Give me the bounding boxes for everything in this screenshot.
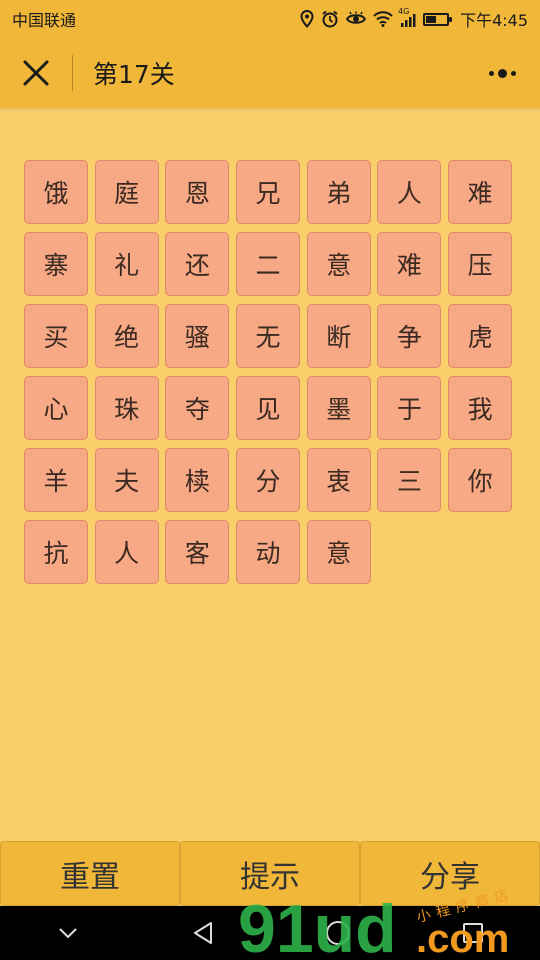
nav-collapse-button[interactable] — [38, 906, 98, 960]
character-tile[interactable]: 我 — [448, 376, 513, 440]
character-tile[interactable]: 庭 — [94, 160, 159, 224]
character-tile[interactable]: 意 — [306, 520, 371, 584]
character-tile[interactable]: 珠 — [94, 376, 159, 440]
character-tile[interactable]: 抗 — [24, 520, 88, 584]
character-tile[interactable]: 动 — [236, 520, 301, 584]
more-dot-icon — [510, 70, 516, 76]
close-button[interactable] — [0, 38, 72, 108]
character-tile[interactable]: 争 — [377, 304, 442, 368]
character-tile[interactable]: 饿 — [24, 160, 88, 224]
character-tile[interactable]: 人 — [94, 520, 159, 584]
character-tile[interactable]: 羊 — [24, 448, 88, 512]
home-circle-icon — [325, 921, 350, 945]
character-tile[interactable]: 寨 — [24, 232, 88, 296]
close-icon — [23, 60, 49, 86]
recent-square-icon — [462, 923, 483, 943]
status-bar: 中国联通 4G 下午4:45 — [0, 0, 540, 38]
character-tile[interactable]: 墨 — [306, 376, 371, 440]
character-board: 饿庭恩兄弟人难寨礼还二意难压买绝骚无断争虎心珠夺见墨于我羊夫椟分衷三你抗人客动意 — [24, 160, 516, 584]
chevron-down-icon — [58, 928, 77, 939]
reset-button[interactable]: 重置 — [0, 841, 180, 906]
character-tile[interactable]: 人 — [377, 160, 442, 224]
character-tile[interactable]: 夫 — [94, 448, 159, 512]
character-tile[interactable]: 兄 — [236, 160, 301, 224]
character-tile[interactable]: 三 — [377, 448, 442, 512]
location-icon — [300, 10, 314, 28]
character-tile[interactable]: 你 — [448, 448, 513, 512]
system-nav-bar — [0, 906, 540, 960]
action-bar: 重置 提示 分享 — [0, 841, 540, 906]
clock-label: 下午4:45 — [460, 11, 528, 30]
character-tile[interactable]: 夺 — [165, 376, 230, 440]
character-tile[interactable]: 无 — [236, 304, 301, 368]
character-tile[interactable]: 虎 — [448, 304, 513, 368]
carrier-label: 中国联通 — [12, 11, 77, 30]
character-tile[interactable]: 意 — [306, 232, 371, 296]
character-tile[interactable]: 买 — [24, 304, 88, 368]
nav-back-button[interactable] — [173, 906, 233, 960]
nav-recent-button[interactable] — [443, 906, 503, 960]
character-tile[interactable]: 断 — [306, 304, 371, 368]
alarm-icon — [322, 10, 338, 28]
status-icons: 4G 下午4:45 — [300, 7, 528, 31]
hint-button[interactable]: 提示 — [180, 841, 360, 906]
more-button[interactable] — [482, 58, 522, 88]
title-divider — [72, 55, 73, 91]
signal-indicator: 4G — [398, 7, 416, 27]
character-tile[interactable]: 二 — [236, 232, 301, 296]
character-tile[interactable]: 难 — [377, 232, 442, 296]
wifi-icon — [373, 11, 393, 27]
character-tile[interactable]: 心 — [24, 376, 88, 440]
character-tile[interactable]: 绝 — [94, 304, 159, 368]
character-tile[interactable]: 还 — [165, 232, 230, 296]
character-tile[interactable]: 分 — [236, 448, 301, 512]
character-tile[interactable]: 于 — [377, 376, 442, 440]
character-tile[interactable]: 恩 — [165, 160, 230, 224]
character-tile[interactable]: 礼 — [94, 232, 159, 296]
character-tile[interactable]: 客 — [165, 520, 230, 584]
character-tile[interactable]: 见 — [236, 376, 301, 440]
battery-icon — [423, 12, 453, 26]
network-type-label: 4G — [398, 7, 410, 16]
character-tile[interactable]: 骚 — [165, 304, 230, 368]
title-bar: 第17关 — [0, 38, 540, 108]
more-dot-icon — [488, 70, 494, 76]
nav-home-button[interactable] — [308, 906, 368, 960]
share-button[interactable]: 分享 — [360, 841, 540, 906]
eye-icon — [346, 11, 367, 24]
more-dot-icon — [497, 68, 507, 78]
character-tile[interactable]: 椟 — [165, 448, 230, 512]
back-triangle-icon — [193, 922, 212, 944]
character-tile[interactable]: 弟 — [306, 160, 371, 224]
character-tile[interactable]: 压 — [448, 232, 513, 296]
character-tile[interactable]: 难 — [448, 160, 513, 224]
page-title: 第17关 — [93, 60, 175, 89]
character-tile[interactable]: 衷 — [306, 448, 371, 512]
